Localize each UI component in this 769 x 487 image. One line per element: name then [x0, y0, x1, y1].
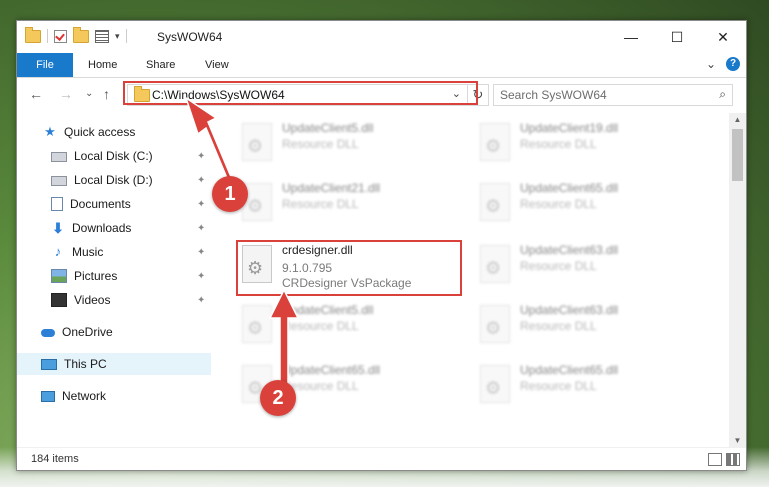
- arrow-2: [268, 288, 300, 393]
- step-badge-2: 2: [260, 380, 296, 416]
- annotation-arrows: [184, 96, 300, 393]
- step-badge-1: 1: [212, 176, 248, 212]
